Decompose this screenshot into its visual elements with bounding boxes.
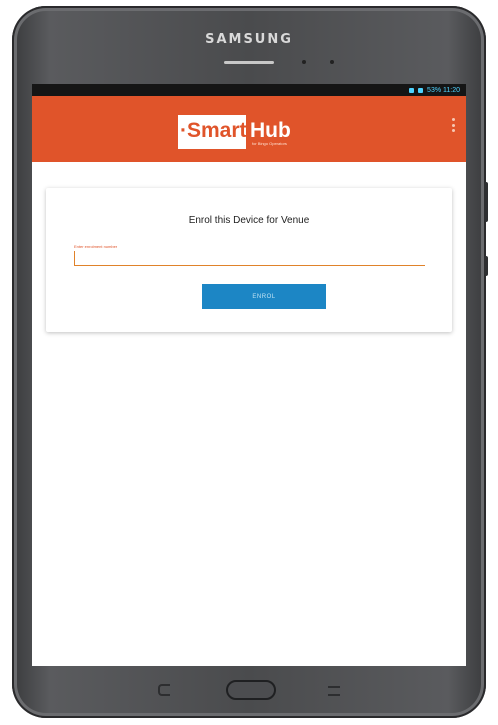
tablet-frame: SAMSUNG 53% 11:20 ·Smart Hub for Bingo O… — [12, 6, 488, 718]
enrolment-number-label: Enter enrolment number — [74, 244, 118, 249]
wifi-icon — [409, 87, 415, 93]
overflow-menu-icon[interactable] — [452, 118, 456, 132]
recent-apps-icon[interactable] — [328, 686, 340, 696]
enrol-button[interactable]: ENROL — [202, 284, 326, 309]
speaker-grille — [224, 61, 274, 64]
logo-tagline: for Bingo Operators — [252, 141, 287, 146]
navigation-bar — [12, 666, 486, 718]
device-brand: SAMSUNG — [205, 32, 293, 47]
back-icon[interactable] — [158, 684, 170, 696]
power-button[interactable] — [484, 256, 488, 276]
logo-hub-text: Hub — [250, 119, 291, 142]
front-camera — [302, 60, 306, 64]
enrol-title: Enrol this Device for Venue — [188, 215, 310, 226]
smarthub-logo: ·Smart Hub for Bingo Operators — [178, 115, 302, 149]
enrolment-number-input[interactable] — [74, 251, 425, 266]
status-bar: 53% 11:20 — [32, 84, 466, 96]
logo-smart-text: ·Smart — [180, 119, 247, 142]
screen: 53% 11:20 ·Smart Hub for Bingo Operators… — [32, 84, 466, 666]
status-icons: 53% 11:20 — [409, 84, 460, 96]
home-icon[interactable] — [226, 680, 276, 700]
light-sensor — [330, 60, 334, 64]
volume-button[interactable] — [484, 182, 488, 222]
enrol-card: Enrol this Device for Venue Enter enrolm… — [46, 188, 452, 332]
battery-icon — [418, 87, 424, 93]
app-bar: ·Smart Hub for Bingo Operators — [32, 96, 466, 162]
status-text: 53% 11:20 — [427, 86, 460, 94]
